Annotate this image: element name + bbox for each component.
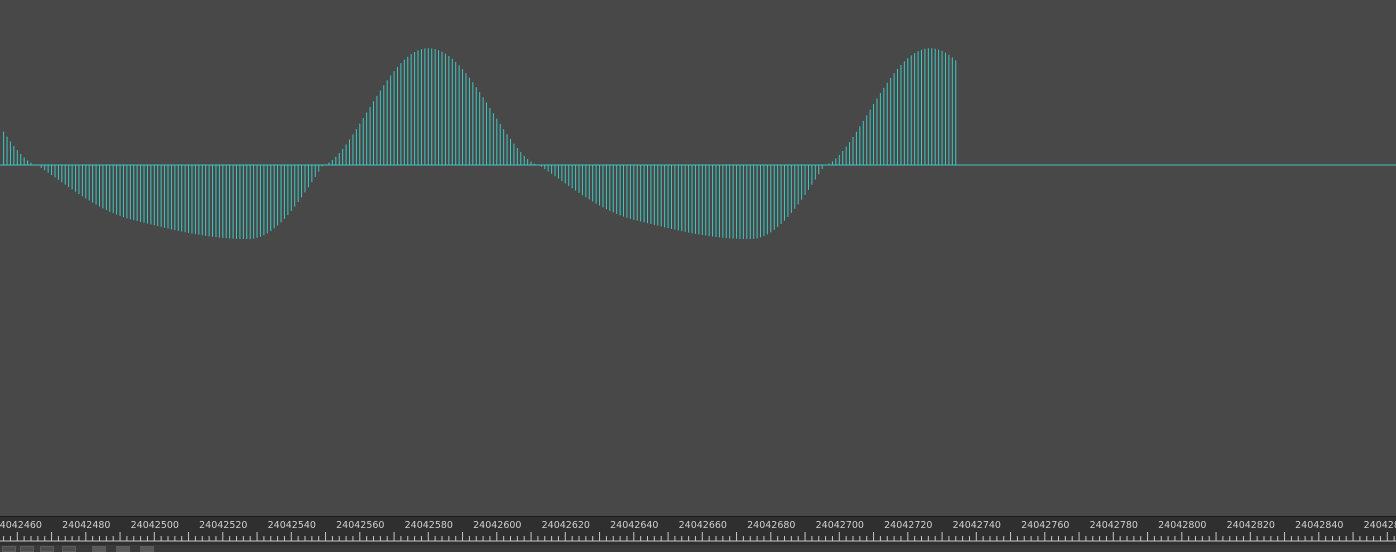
ruler-tick-label: 24042660 <box>679 520 727 531</box>
sample-stems <box>3 48 957 240</box>
tool-g-icon[interactable] <box>140 546 154 552</box>
bottom-toolbar <box>0 545 1396 552</box>
tool-a-icon[interactable] <box>2 546 16 552</box>
ruler-tick-label: 24042680 <box>747 520 795 531</box>
ruler-tick-label: 24042480 <box>62 520 110 531</box>
ruler-tick-label: 24042840 <box>1295 520 1343 531</box>
ruler-tick-label: 24042520 <box>199 520 247 531</box>
waveform-canvas[interactable] <box>0 0 1396 516</box>
ruler-ticks <box>0 532 1396 542</box>
tool-d-icon[interactable] <box>62 546 76 552</box>
ruler-tick-label: 24042740 <box>953 520 1001 531</box>
ruler-tick-label: 24042720 <box>884 520 932 531</box>
ruler-tick-label: 24042560 <box>336 520 384 531</box>
waveform-view[interactable] <box>0 0 1396 516</box>
timeline-ruler[interactable]: 24042460 24042480 24042500 24042520 24042540… <box>0 516 1396 545</box>
ruler-tick-label: 24042860 <box>1364 520 1396 531</box>
ruler-tick-label: 24042700 <box>816 520 864 531</box>
ruler-tick-label: 24042640 <box>610 520 658 531</box>
tool-f-icon[interactable] <box>116 546 130 552</box>
tool-c-icon[interactable] <box>40 546 54 552</box>
ruler-tick-label: 24042600 <box>473 520 521 531</box>
ruler-tick-label: 24042820 <box>1227 520 1275 531</box>
ruler-labels: 24042460 24042480 24042500 24042520 24042540… <box>0 520 1396 531</box>
ruler-tick-label: 24042500 <box>131 520 179 531</box>
sample-editor: 24042460 24042480 24042500 24042520 24042540… <box>0 0 1396 552</box>
ruler-tick-label: 24042800 <box>1158 520 1206 531</box>
ruler-tick-label: 24042760 <box>1021 520 1069 531</box>
ruler-tick-label: 24042460 <box>0 520 42 531</box>
ruler-tick-label: 24042540 <box>268 520 316 531</box>
ruler-tick-label: 24042620 <box>542 520 590 531</box>
ruler-canvas[interactable]: 24042460 24042480 24042500 24042520 24042540… <box>0 517 1396 545</box>
ruler-tick-label: 24042780 <box>1090 520 1138 531</box>
tool-e-icon[interactable] <box>92 546 106 552</box>
tool-b-icon[interactable] <box>20 546 34 552</box>
ruler-tick-label: 24042580 <box>405 520 453 531</box>
